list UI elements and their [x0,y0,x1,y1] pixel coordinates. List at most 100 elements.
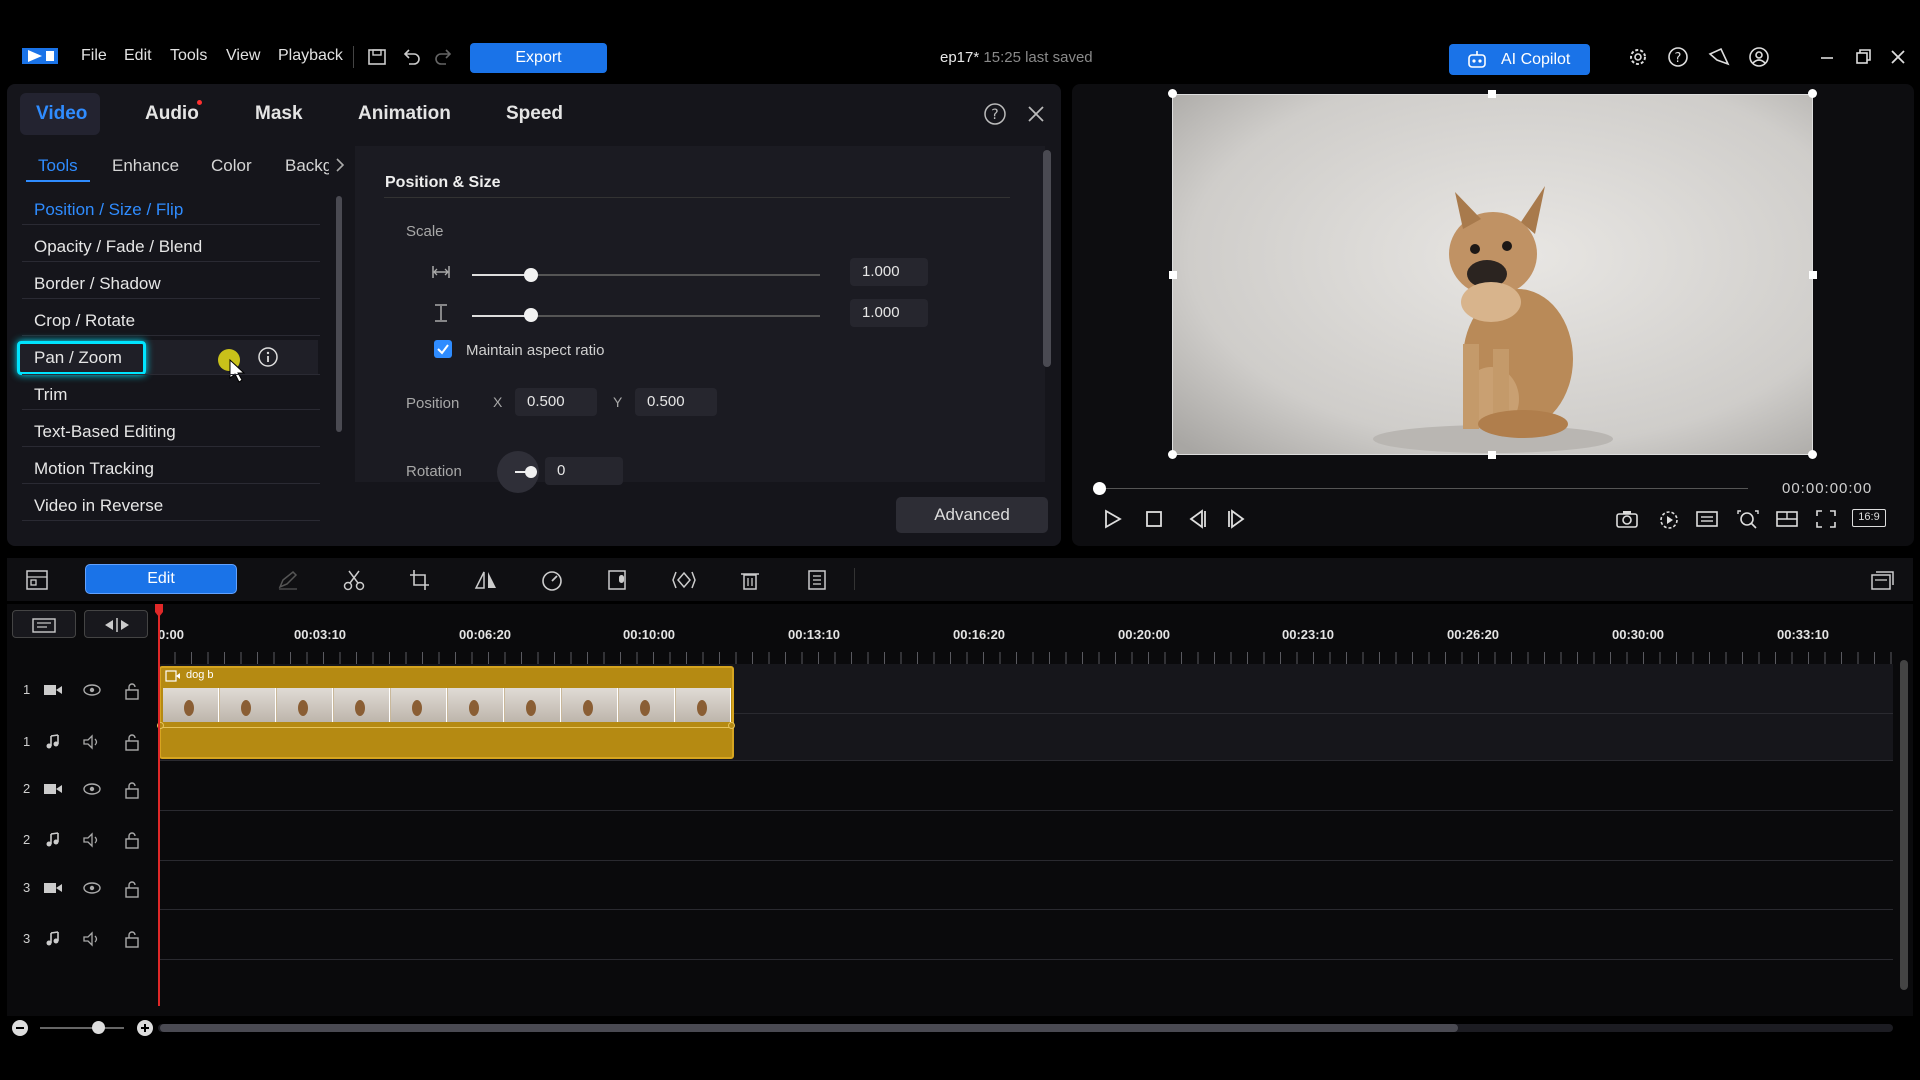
lock-icon[interactable] [124,880,140,898]
tool-border-shadow[interactable]: Border / Shadow [34,274,161,294]
crop-icon[interactable] [407,568,433,592]
scale-height-input[interactable]: 1.000 [850,299,928,327]
track-video-2[interactable] [158,761,1893,811]
timeline-settings-icon[interactable] [1869,568,1895,592]
next-frame-icon[interactable] [1224,508,1250,530]
close-window-icon[interactable] [1887,46,1909,68]
split-scissors-icon[interactable] [341,568,367,592]
advanced-button[interactable]: Advanced [896,497,1048,533]
resize-handle-bl[interactable] [1168,450,1177,459]
tab-animation[interactable]: Animation [358,103,451,125]
add-track-button[interactable] [12,610,76,638]
delete-icon[interactable] [737,568,763,592]
ai-copilot-button[interactable]: AI Copilot [1449,44,1590,75]
track-audio-2[interactable] [158,811,1893,861]
tool-pan-zoom[interactable]: Pan / Zoom [34,348,122,368]
subtab-color[interactable]: Color [211,156,252,176]
subtab-enhance[interactable]: Enhance [112,156,179,176]
prev-frame-icon[interactable] [1184,508,1210,530]
zoom-preview-icon[interactable] [1735,508,1761,530]
subtab-tools[interactable]: Tools [38,156,78,176]
aspect-ratio-button[interactable]: 16:9 [1852,509,1886,527]
eye-icon[interactable] [82,682,102,698]
keyframe-icon[interactable] [671,568,697,592]
timeline-hscrollbar[interactable] [160,1024,1458,1032]
tab-speed[interactable]: Speed [506,103,563,125]
zoom-in-icon[interactable] [137,1020,153,1036]
record-voice-icon[interactable] [605,568,631,592]
zoom-slider-knob[interactable] [92,1021,105,1034]
preview-quality-icon[interactable] [1656,508,1682,530]
panel-close-icon[interactable] [1025,103,1047,125]
menu-edit[interactable]: Edit [124,47,152,65]
lock-icon[interactable] [124,682,140,700]
menu-tools[interactable]: Tools [170,47,207,65]
resize-handle-tr[interactable] [1808,89,1817,98]
track-audio-3[interactable] [158,910,1893,960]
rotation-dial[interactable] [497,451,539,493]
settings-icon[interactable] [1627,46,1649,68]
tool-motion-tracking[interactable]: Motion Tracking [34,459,154,479]
menu-playback[interactable]: Playback [278,47,343,65]
lock-icon[interactable] [124,781,140,799]
subtab-background[interactable]: Backg [285,156,329,176]
minimize-icon[interactable] [1816,46,1838,68]
eye-icon[interactable] [82,781,102,797]
stop-icon[interactable] [1141,508,1167,530]
speaker-icon[interactable] [82,734,102,750]
play-icon[interactable] [1099,508,1125,530]
resize-handle-left[interactable] [1169,271,1177,279]
zoom-slider[interactable] [40,1027,124,1029]
resize-handle-tl[interactable] [1168,89,1177,98]
feedback-icon[interactable] [1707,46,1730,68]
account-icon[interactable] [1748,46,1770,68]
position-y-input[interactable]: 0.500 [635,388,717,416]
preview-scrubber[interactable] [1100,488,1748,489]
tool-opacity-fade-blend[interactable]: Opacity / Fade / Blend [34,237,202,257]
tool-trim[interactable]: Trim [34,385,67,405]
resize-handle-bottom[interactable] [1488,451,1496,459]
export-button[interactable]: Export [470,43,607,73]
tools-scrollbar[interactable] [336,196,342,432]
clip-keyframe-end[interactable] [728,722,735,729]
subtitles-icon[interactable] [1694,508,1720,530]
scale-width-input[interactable]: 1.000 [850,258,928,286]
restore-icon[interactable] [1852,46,1874,68]
undo-icon[interactable] [400,46,422,68]
fullscreen-icon[interactable] [1813,508,1839,530]
snapshot-icon[interactable] [1614,508,1640,530]
tool-position-size-flip[interactable]: Position / Size / Flip [34,200,183,220]
eye-icon[interactable] [82,880,102,896]
playhead-handle[interactable] [154,604,164,618]
lock-icon[interactable] [124,930,140,948]
tab-mask[interactable]: Mask [255,103,303,125]
tool-crop-rotate[interactable]: Crop / Rotate [34,311,135,331]
safe-zone-icon[interactable] [1774,508,1800,530]
properties-icon[interactable] [803,568,829,592]
tool-video-in-reverse[interactable]: Video in Reverse [34,496,163,516]
save-icon[interactable] [366,46,388,68]
track-video-3[interactable] [158,861,1893,910]
zoom-out-icon[interactable] [12,1020,28,1036]
redo-icon[interactable] [433,46,455,68]
menu-file[interactable]: File [81,47,107,65]
rotation-input[interactable]: 0 [545,457,623,485]
position-x-input[interactable]: 0.500 [515,388,597,416]
panel-help-icon[interactable]: ? [983,102,1007,126]
speed-icon[interactable] [539,568,565,592]
flip-icon[interactable] [473,568,499,592]
fit-timeline-button[interactable] [84,610,148,638]
tool-text-based-editing[interactable]: Text-Based Editing [34,422,176,442]
speaker-icon[interactable] [82,832,102,848]
timeline-vscrollbar[interactable] [1900,660,1908,990]
edit-button[interactable]: Edit [85,564,237,594]
maintain-aspect-checkbox[interactable] [434,340,452,358]
help-icon[interactable]: ? [1667,46,1689,68]
info-icon[interactable] [257,346,279,368]
lock-icon[interactable] [124,831,140,849]
speaker-icon[interactable] [82,931,102,947]
tab-audio[interactable]: Audio [145,103,199,125]
storyboard-icon[interactable] [24,568,50,592]
resize-handle-right[interactable] [1809,271,1817,279]
resize-handle-br[interactable] [1808,450,1817,459]
